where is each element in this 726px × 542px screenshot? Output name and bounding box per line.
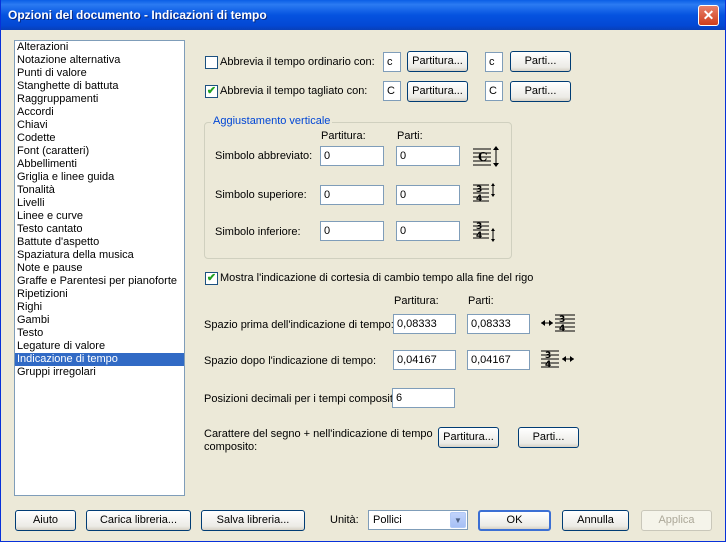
list-item[interactable]: Livelli — [15, 197, 184, 210]
category-list[interactable]: Alterazioni Notazione alternativa Punti di… — [14, 40, 185, 496]
list-item[interactable]: Notazione alternativa — [15, 54, 184, 67]
apply-button[interactable]: Applica — [641, 510, 712, 531]
cancel-button[interactable]: Annulla — [562, 510, 629, 531]
lower-symbol-label: Simbolo inferiore: — [215, 226, 301, 238]
vertical-adjust-title: Aggiustamento verticale — [211, 115, 333, 127]
spacing-parts-header: Parti: — [468, 295, 494, 307]
space-after-label: Spazio dopo l'indicazione di tempo: — [204, 355, 377, 367]
units-select-value: Pollici — [373, 514, 402, 526]
cut-time-parts-button[interactable]: Parti... — [510, 81, 571, 102]
load-library-button[interactable]: Carica libreria... — [86, 510, 191, 531]
help-button[interactable]: Aiuto — [15, 510, 76, 531]
chevron-down-icon[interactable]: ▼ — [450, 512, 466, 528]
units-select[interactable]: Pollici ▼ — [368, 510, 468, 530]
vertical-parts-header: Parti: — [397, 130, 423, 142]
svg-text:C: C — [478, 150, 488, 164]
cut-time-checkbox[interactable]: ✔ — [205, 85, 218, 98]
list-item[interactable]: Chiavi — [15, 119, 184, 132]
list-item[interactable]: Linee e curve — [15, 210, 184, 223]
common-time-parts-button[interactable]: Parti... — [510, 51, 571, 72]
cut-time-score-char[interactable]: C — [383, 81, 401, 101]
abbrev-symbol-score-input[interactable]: 0 — [320, 146, 384, 166]
list-item[interactable]: Alterazioni — [15, 41, 184, 54]
upper-symbol-label: Simbolo superiore: — [215, 189, 307, 201]
courtesy-checkbox[interactable]: ✔ — [205, 272, 218, 285]
decimals-label: Posizioni decimali per i tempi compositi… — [204, 393, 399, 405]
plus-char-label-line1: Carattere del segno + nell'indicazione d… — [204, 428, 433, 440]
save-library-button[interactable]: Salva libreria... — [201, 510, 305, 531]
lower-symbol-score-input[interactable]: 0 — [320, 221, 384, 241]
common-time-score-button[interactable]: Partitura... — [407, 51, 468, 72]
list-item[interactable]: Gruppi irregolari — [15, 366, 184, 379]
list-item[interactable]: Punti di valore — [15, 67, 184, 80]
plus-char-label-line2: composito: — [204, 441, 258, 453]
cut-time-score-button[interactable]: Partitura... — [407, 81, 468, 102]
upper-symbol-parts-input[interactable]: 0 — [396, 185, 460, 205]
space-before-icon: 3 4 — [541, 314, 575, 334]
list-item[interactable]: Raggruppamenti — [15, 93, 184, 106]
space-after-score-input[interactable]: 0,04167 — [393, 350, 456, 370]
dialog-window: Opzioni del documento - Indicazioni di t… — [0, 0, 726, 542]
list-item[interactable]: Testo — [15, 327, 184, 340]
list-item[interactable]: Ripetizioni — [15, 288, 184, 301]
abbrev-symbol-parts-input[interactable]: 0 — [396, 146, 460, 166]
plus-char-parts-button[interactable]: Parti... — [518, 427, 579, 448]
staff-upper-number-icon: 3 4 — [473, 183, 495, 204]
common-time-score-char[interactable]: c — [383, 52, 401, 72]
list-item[interactable]: Legature di valore — [15, 340, 184, 353]
list-item[interactable]: Stanghette di battuta — [15, 80, 184, 93]
svg-text:4: 4 — [545, 360, 551, 370]
list-item[interactable]: Accordi — [15, 106, 184, 119]
list-item[interactable]: Tonalità — [15, 184, 184, 197]
list-item[interactable]: Spaziatura della musica — [15, 249, 184, 262]
upper-symbol-score-input[interactable]: 0 — [320, 185, 384, 205]
space-after-parts-input[interactable]: 0,04167 — [467, 350, 530, 370]
spacing-score-header: Partitura: — [394, 295, 439, 307]
common-time-checkbox[interactable] — [205, 56, 218, 69]
units-label: Unità: — [330, 514, 359, 526]
abbrev-symbol-label: Simbolo abbreviato: — [215, 150, 313, 162]
space-before-score-input[interactable]: 0,08333 — [393, 314, 456, 334]
list-item[interactable]: Battute d'aspetto — [15, 236, 184, 249]
ok-button[interactable]: OK — [478, 510, 551, 531]
space-after-icon: 3 4 — [541, 350, 574, 370]
staff-vertical-arrow-icon: C — [473, 146, 499, 167]
list-item[interactable]: Righi — [15, 301, 184, 314]
window-title: Opzioni del documento - Indicazioni di t… — [8, 8, 267, 22]
close-button[interactable]: ✕ — [698, 5, 719, 26]
list-item[interactable]: Graffe e Parentesi per pianoforte — [15, 275, 184, 288]
list-item[interactable]: Codette — [15, 132, 184, 145]
lower-symbol-parts-input[interactable]: 0 — [396, 221, 460, 241]
common-time-label: Abbrevia il tempo ordinario con: — [220, 56, 375, 68]
plus-char-score-button[interactable]: Partitura... — [438, 427, 499, 448]
staff-lower-number-icon: 3 4 — [473, 221, 495, 242]
title-bar: Opzioni del documento - Indicazioni di t… — [1, 0, 725, 30]
cut-time-label: Abbrevia il tempo tagliato con: — [220, 85, 368, 97]
list-item[interactable]: Testo cantato — [15, 223, 184, 236]
courtesy-label: Mostra l'indicazione di cortesia di camb… — [220, 272, 534, 284]
list-item[interactable]: Griglia e linee guida — [15, 171, 184, 184]
common-time-parts-char[interactable]: c — [485, 52, 503, 72]
list-item[interactable]: Abbellimenti — [15, 158, 184, 171]
decimals-input[interactable]: 6 — [392, 388, 455, 408]
space-before-label: Spazio prima dell'indicazione di tempo: — [204, 319, 394, 331]
svg-text:4: 4 — [476, 194, 482, 204]
vertical-score-header: Partitura: — [321, 130, 366, 142]
list-item[interactable]: Gambi — [15, 314, 184, 327]
list-item[interactable]: Font (caratteri) — [15, 145, 184, 158]
svg-text:4: 4 — [559, 324, 565, 334]
cut-time-parts-char[interactable]: C — [485, 81, 503, 101]
space-before-parts-input[interactable]: 0,08333 — [467, 314, 530, 334]
list-item[interactable]: Note e pause — [15, 262, 184, 275]
svg-text:4: 4 — [476, 231, 482, 241]
list-item[interactable]: Indicazione di tempo — [15, 353, 184, 366]
